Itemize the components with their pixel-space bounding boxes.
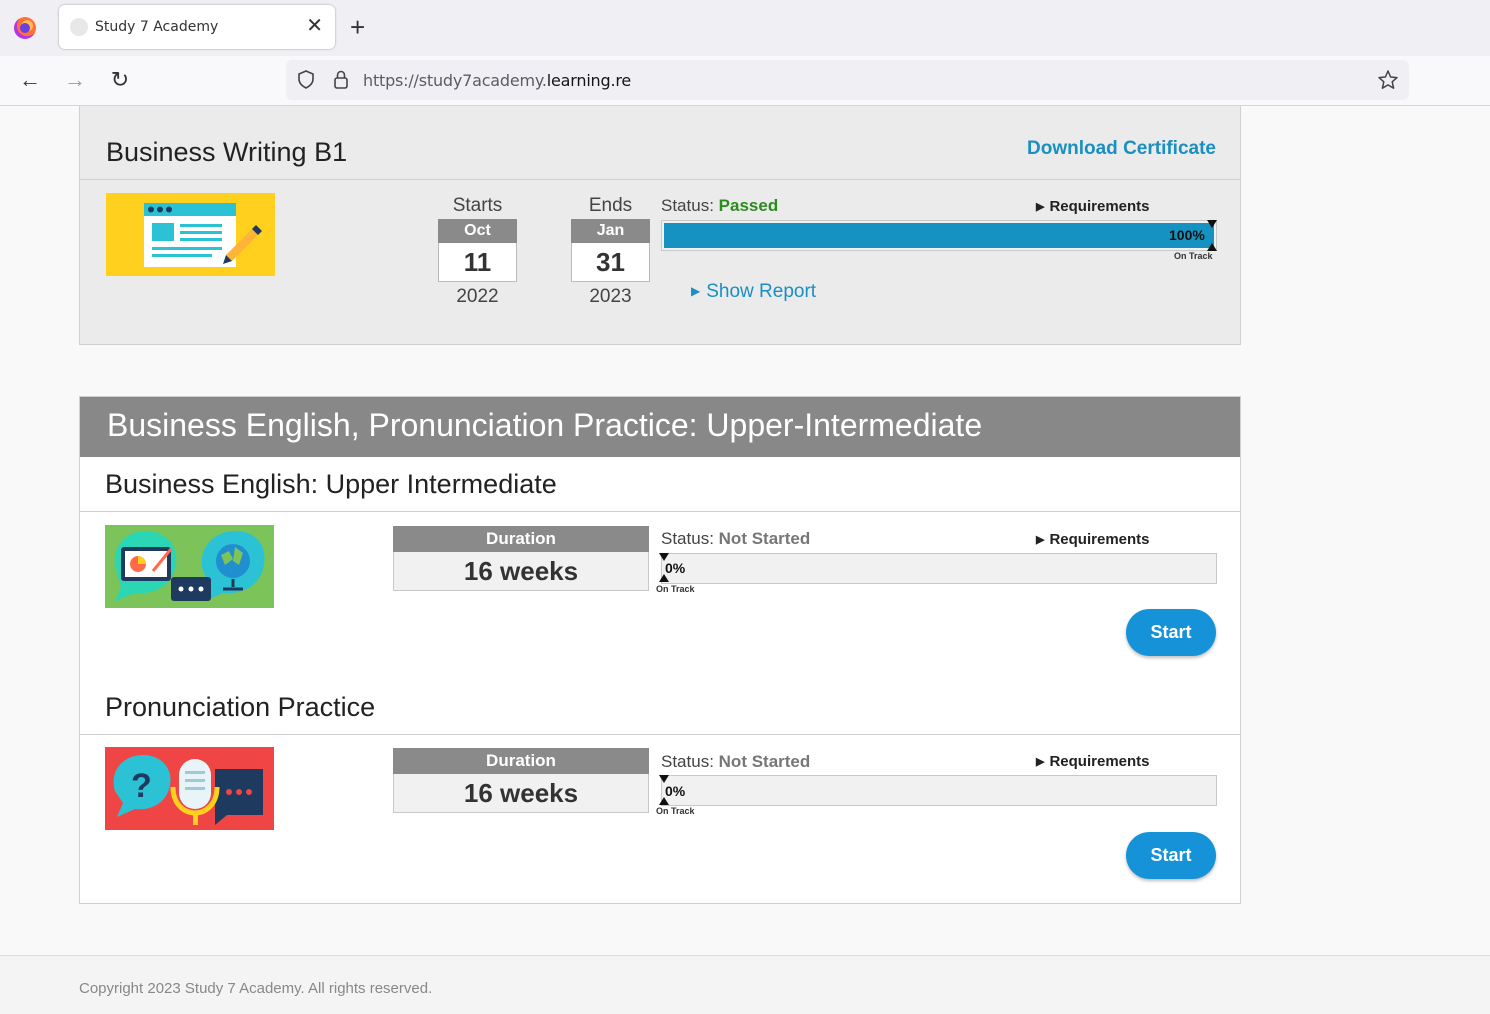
end-day: 31 xyxy=(571,243,650,282)
status-value: Not Started xyxy=(718,529,811,548)
on-track-marker-icon xyxy=(1207,220,1217,228)
triangle-right-icon: ▶ xyxy=(1036,756,1045,768)
progress-bar xyxy=(661,220,1217,251)
course-status: Status: Passed xyxy=(661,196,779,215)
on-track-label: On Track xyxy=(656,584,695,594)
status-value: Passed xyxy=(718,196,779,215)
end-month: Jan xyxy=(571,219,650,243)
duration-box: Duration 16 weeks xyxy=(393,526,649,591)
course-title: Business Writing B1 xyxy=(106,137,348,167)
course-status: Status: Not Started xyxy=(661,752,811,771)
progress-percent: 0% xyxy=(665,783,686,799)
course-thumbnail: ? xyxy=(105,747,274,830)
url-bar[interactable]: https://study7academy.learning.re xyxy=(286,60,1409,100)
triangle-right-icon: ▶ xyxy=(691,284,701,298)
forward-icon[interactable]: → xyxy=(61,66,89,94)
course-title: Business English: Upper Intermediate xyxy=(105,469,557,499)
triangle-right-icon: ▶ xyxy=(1036,534,1045,546)
duration-label: Duration xyxy=(393,526,649,552)
course-thumbnail xyxy=(105,525,274,608)
on-track-label: On Track xyxy=(656,806,695,816)
progress-percent: 0% xyxy=(665,560,686,576)
duration-box: Duration 16 weeks xyxy=(393,748,649,813)
firefox-icon[interactable] xyxy=(14,17,36,39)
browser-tab-bar: Study 7 Academy ✕ + xyxy=(0,0,1490,56)
progress-percent: 100% xyxy=(1169,227,1205,243)
divider xyxy=(80,734,1240,735)
program-title: Business English, Pronunciation Practice… xyxy=(107,407,983,443)
lock-icon[interactable] xyxy=(333,70,349,89)
course-title: Pronunciation Practice xyxy=(105,692,376,722)
url-text[interactable]: https://study7academy.learning.re xyxy=(363,71,631,90)
duration-value: 16 weeks xyxy=(393,774,649,813)
start-button[interactable]: Start xyxy=(1126,609,1216,656)
end-date-label: Ends xyxy=(588,195,633,216)
progress-bar xyxy=(661,553,1217,584)
status-value: Not Started xyxy=(718,752,811,771)
on-track-marker-icon xyxy=(659,775,669,783)
course-status: Status: Not Started xyxy=(661,529,811,548)
duration-value: 16 weeks xyxy=(393,552,649,591)
tab-title: Study 7 Academy xyxy=(95,19,219,35)
browser-tab[interactable]: Study 7 Academy ✕ xyxy=(59,5,335,49)
triangle-right-icon: ▶ xyxy=(1036,201,1045,213)
start-month: Oct xyxy=(438,219,517,243)
download-certificate-link[interactable]: Download Certificate xyxy=(1027,138,1216,160)
course-card-business-writing: Business Writing B1 Download Certificate… xyxy=(79,106,1241,345)
start-day: 11 xyxy=(438,243,517,282)
browser-nav-bar: ← → ↻ https://study7academy.learning.re xyxy=(0,56,1490,106)
course-thumbnail xyxy=(106,193,275,276)
new-tab-icon[interactable]: + xyxy=(350,13,365,41)
start-button[interactable]: Start xyxy=(1126,832,1216,879)
tab-favicon-icon xyxy=(70,18,88,36)
progress-fill xyxy=(664,223,1214,248)
on-track-label: On Track xyxy=(1174,251,1213,261)
program-card: Business English, Pronunciation Practice… xyxy=(79,396,1241,904)
requirements-toggle[interactable]: ▶ Requirements xyxy=(1036,753,1150,770)
show-report-link[interactable]: ▶ Show Report xyxy=(691,281,816,303)
requirements-toggle[interactable]: ▶ Requirements xyxy=(1036,198,1150,215)
shield-icon[interactable] xyxy=(298,70,314,89)
requirements-toggle[interactable]: ▶ Requirements xyxy=(1036,531,1150,548)
progress-bar xyxy=(661,775,1217,806)
end-date: Ends Jan 31 2023 xyxy=(571,193,650,312)
start-year: 2022 xyxy=(456,286,499,307)
on-track-marker-icon xyxy=(1207,243,1217,251)
svg-text:?: ? xyxy=(131,767,152,805)
start-date-label: Starts xyxy=(452,195,503,216)
reload-icon[interactable]: ↻ xyxy=(106,66,134,94)
footer: Copyright 2023 Study 7 Academy. All righ… xyxy=(0,955,1490,1014)
divider xyxy=(80,511,1240,512)
start-date: Starts Oct 11 2022 xyxy=(438,193,517,312)
duration-label: Duration xyxy=(393,748,649,774)
back-icon[interactable]: ← xyxy=(16,66,44,94)
end-year: 2023 xyxy=(589,286,632,307)
copyright-text: Copyright 2023 Study 7 Academy. All righ… xyxy=(79,980,433,997)
bookmark-star-icon[interactable] xyxy=(1377,69,1399,91)
divider xyxy=(80,179,1240,180)
tab-close-icon[interactable]: ✕ xyxy=(306,15,323,37)
program-header: Business English, Pronunciation Practice… xyxy=(80,397,1240,457)
